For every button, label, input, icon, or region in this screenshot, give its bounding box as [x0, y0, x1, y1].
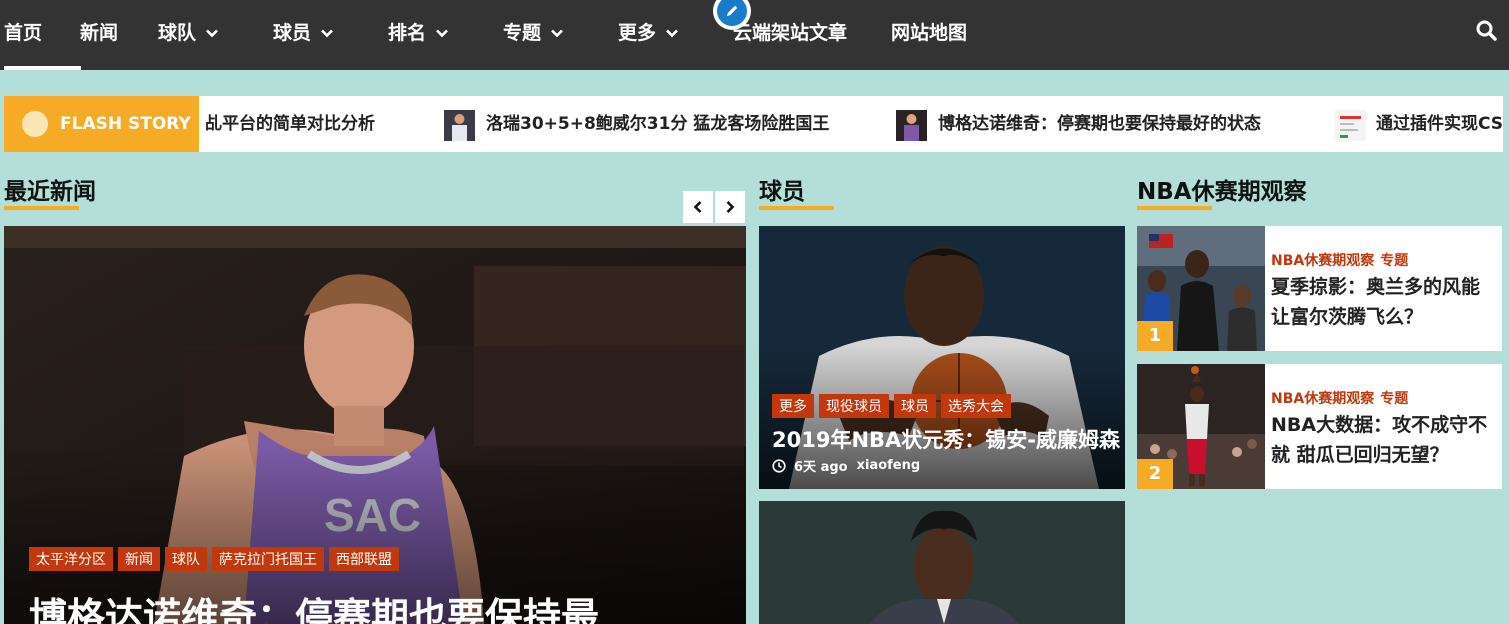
player-card-meta: 6天 ago xiaofeng: [772, 456, 920, 475]
nav-item-home[interactable]: 首页: [4, 0, 42, 70]
chevron-right-icon: [726, 201, 735, 213]
tag-link[interactable]: 球员: [894, 394, 936, 418]
tag-link[interactable]: 球队: [165, 547, 207, 571]
flash-dot-icon: [22, 111, 48, 137]
section-title-recent-news: 最近新闻: [4, 179, 96, 205]
slider-prev-button[interactable]: [683, 191, 713, 223]
tag-link[interactable]: 太平洋分区: [29, 547, 113, 571]
featured-title[interactable]: 博格达诺维奇：停赛期也要保持最: [29, 586, 599, 624]
nav-item-teams[interactable]: 球队: [158, 0, 218, 70]
category-link[interactable]: NBA休赛期观察: [1271, 253, 1374, 269]
flash-thumbnail[interactable]: [896, 110, 927, 141]
nav-item-rankings[interactable]: 排名: [388, 0, 448, 70]
clock-icon: [772, 458, 786, 473]
article-categories: NBA休赛期观察 专题: [1271, 250, 1414, 270]
chevron-down-icon: [321, 29, 333, 38]
tag-link[interactable]: 选秀大会: [941, 394, 1011, 418]
section-title-offseason: NBA休赛期观察: [1137, 179, 1307, 205]
nav-label: 新闻: [80, 22, 119, 44]
rank-number: 1: [1137, 321, 1173, 351]
post-author[interactable]: xiaofeng: [857, 458, 921, 473]
nav-item-sitemap[interactable]: 网站地图: [891, 0, 967, 70]
article-categories: NBA休赛期观察 专题: [1271, 388, 1414, 408]
category-link[interactable]: 专题: [1380, 253, 1408, 269]
article-title[interactable]: NBA大数据：攻不成守不就 甜瓜已回归无望？: [1271, 410, 1493, 470]
player-card-image: [759, 501, 1125, 624]
flash-item-text: 通过插件实现CS: [1376, 114, 1503, 134]
nav-item-more[interactable]: 更多: [618, 0, 678, 70]
flash-item[interactable]: 博格达诺维奇：停赛期也要保持最好的状态: [938, 96, 1261, 152]
tag-link[interactable]: 现役球员: [819, 394, 889, 418]
chevron-down-icon: [436, 29, 448, 38]
nav-label: 更多: [618, 22, 657, 44]
nav-item-players[interactable]: 球员: [273, 0, 333, 70]
article-title[interactable]: 夏季掠影：奥兰多的风能让富尔茨腾飞么？: [1271, 272, 1493, 332]
featured-article[interactable]: SAC 太平洋分区新闻球队萨克拉门托国王西部联盟 博格达诺维奇：停赛期也要保持最: [4, 226, 746, 624]
section-underline: [4, 206, 79, 210]
flash-item-text: 乩平台的简单对比分析: [205, 114, 375, 134]
flash-story-label: FLASH STORY: [4, 96, 199, 152]
tag-link[interactable]: 新闻: [118, 547, 160, 571]
nav-label: 云端架站文章: [733, 22, 848, 44]
nav-label: 专题: [503, 22, 542, 44]
player-card-title[interactable]: 2019年NBA状元秀：锡安-威廉姆森: [772, 424, 1120, 454]
nav-label: 网站地图: [891, 22, 968, 44]
category-link[interactable]: NBA休赛期观察: [1271, 391, 1374, 407]
nav-item-news[interactable]: 新闻: [80, 0, 118, 70]
flash-thumbnail[interactable]: [1335, 110, 1366, 141]
nav-item-topics[interactable]: 专题: [503, 0, 563, 70]
tag-link[interactable]: 萨克拉门托国王: [212, 547, 324, 571]
section-title-players: 球员: [759, 179, 805, 205]
post-time: 6天 ago: [794, 460, 848, 475]
flash-item-text: 博格达诺维奇：停赛期也要保持最好的状态: [938, 114, 1261, 134]
flash-item-text: 洛瑞30+5+8鲍威尔31分 猛龙客场险胜国王: [486, 114, 830, 134]
player-card[interactable]: 更多 现役球员 球员 选秀大会 2019年NBA状元秀：锡安-威廉姆森 6天 ago …: [759, 226, 1125, 489]
chevron-down-icon: [206, 29, 218, 38]
top-navigation-bar: 首页 新闻 球队 球员 排名 专题 更多 云端架站文章 网站地图: [0, 0, 1509, 70]
rank-number: 2: [1137, 459, 1173, 489]
featured-tags: 太平洋分区 新闻 球队 萨克拉门托国王 西部联盟: [29, 547, 404, 571]
chevron-down-icon: [551, 29, 563, 38]
section-underline: [1137, 206, 1212, 210]
nav-label: 排名: [388, 22, 427, 44]
search-icon[interactable]: [1474, 18, 1500, 44]
nav-label: 首页: [4, 22, 43, 44]
chevron-left-icon: [693, 201, 702, 213]
tag-link[interactable]: 西部联盟: [329, 547, 399, 571]
flash-item[interactable]: 乩平台的简单对比分析: [205, 96, 375, 152]
flash-item[interactable]: 通过插件实现CS: [1376, 96, 1503, 152]
flash-story-ticker: FLASH STORY 乩平台的简单对比分析 洛瑞30+5+8鲍威尔31分 猛龙…: [4, 96, 1503, 152]
article-thumbnail: 1: [1137, 226, 1265, 351]
player-card-tags: 更多 现役球员 球员 选秀大会: [772, 394, 1016, 418]
slider-next-button[interactable]: [715, 191, 745, 223]
article-thumbnail: 2: [1137, 364, 1265, 489]
category-link[interactable]: 专题: [1380, 391, 1408, 407]
active-nav-indicator: [4, 66, 81, 70]
chevron-down-icon: [666, 29, 678, 38]
player-card[interactable]: [759, 501, 1125, 624]
pencil-icon: [727, 5, 738, 16]
flash-thumbnail[interactable]: [444, 110, 475, 141]
offseason-article[interactable]: 2 NBA休赛期观察 专题 NBA大数据：攻不成守不就 甜瓜已回归无望？: [1137, 364, 1502, 489]
tag-link[interactable]: 更多: [772, 394, 814, 418]
nav-label: 球队: [158, 22, 197, 44]
section-underline: [759, 206, 834, 210]
flash-item[interactable]: 洛瑞30+5+8鲍威尔31分 猛龙客场险胜国王: [486, 96, 829, 152]
flash-story-title: FLASH STORY: [60, 114, 191, 134]
offseason-article[interactable]: 1 NBA休赛期观察 专题 夏季掠影：奥兰多的风能让富尔茨腾飞么？: [1137, 226, 1502, 351]
nav-label: 球员: [273, 22, 312, 44]
